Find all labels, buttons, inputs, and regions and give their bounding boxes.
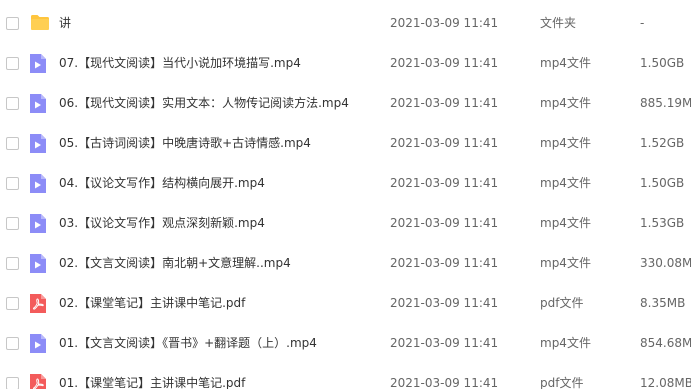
file-name[interactable]: 02.【文言文阅读】南北朝+文意理解..mp4 xyxy=(59,243,291,283)
file-row[interactable]: 04.【议论文写作】结构横向展开.mp4 2021-03-09 11:41 mp… xyxy=(0,163,691,203)
row-checkbox[interactable] xyxy=(6,217,19,230)
folder-icon xyxy=(30,14,49,33)
file-row[interactable]: 01.【课堂笔记】主讲课中笔记.pdf 2021-03-09 11:41 pdf… xyxy=(0,363,691,389)
file-name[interactable]: 06.【现代文阅读】实用文本：人物传记阅读方法.mp4 xyxy=(59,83,349,123)
file-name[interactable]: 05.【古诗词阅读】中晚唐诗歌+古诗情感.mp4 xyxy=(59,123,311,163)
file-date: 2021-03-09 11:41 xyxy=(390,216,499,230)
file-type: mp4文件 xyxy=(540,176,591,190)
row-checkbox[interactable] xyxy=(6,297,19,310)
file-size: - xyxy=(640,16,645,30)
file-name[interactable]: 01.【课堂笔记】主讲课中笔记.pdf xyxy=(59,363,245,389)
file-size: 8.35MB xyxy=(640,296,686,310)
file-size: 1.50GB xyxy=(640,176,685,190)
video-file-icon xyxy=(30,174,48,193)
file-date: 2021-03-09 11:41 xyxy=(390,296,499,310)
pdf-file-icon xyxy=(30,374,48,389)
file-date: 2021-03-09 11:41 xyxy=(390,256,499,270)
file-type: mp4文件 xyxy=(540,56,591,70)
file-size: 1.50GB xyxy=(640,56,685,70)
video-file-icon xyxy=(30,94,48,113)
file-date: 2021-03-09 11:41 xyxy=(390,176,499,190)
file-type: mp4文件 xyxy=(540,96,591,110)
file-name[interactable]: 讲 xyxy=(59,3,71,43)
file-name[interactable]: 01.【文言文阅读】《晋书》+翻译题（上）.mp4 xyxy=(59,323,317,363)
file-type: mp4文件 xyxy=(540,136,591,150)
file-date: 2021-03-09 11:41 xyxy=(390,376,499,389)
file-type: mp4文件 xyxy=(540,336,591,350)
file-size: 854.68M xyxy=(640,336,691,350)
file-size: 330.08M xyxy=(640,256,691,270)
file-name[interactable]: 07.【现代文阅读】当代小说加环境描写.mp4 xyxy=(59,43,301,83)
row-checkbox[interactable] xyxy=(6,137,19,150)
file-name[interactable]: 03.【议论文写作】观点深刻新颖.mp4 xyxy=(59,203,265,243)
video-file-icon xyxy=(30,214,48,233)
file-row[interactable]: 01.【文言文阅读】《晋书》+翻译题（上）.mp4 2021-03-09 11:… xyxy=(0,323,691,363)
file-date: 2021-03-09 11:41 xyxy=(390,16,499,30)
file-date: 2021-03-09 11:41 xyxy=(390,136,499,150)
file-name[interactable]: 02.【课堂笔记】主讲课中笔记.pdf xyxy=(59,283,245,323)
file-date: 2021-03-09 11:41 xyxy=(390,336,499,350)
video-file-icon xyxy=(30,134,48,153)
file-row[interactable]: 05.【古诗词阅读】中晚唐诗歌+古诗情感.mp4 2021-03-09 11:4… xyxy=(0,123,691,163)
file-size: 1.52GB xyxy=(640,136,685,150)
file-row[interactable]: 03.【议论文写作】观点深刻新颖.mp4 2021-03-09 11:41 mp… xyxy=(0,203,691,243)
row-checkbox[interactable] xyxy=(6,97,19,110)
row-checkbox[interactable] xyxy=(6,57,19,70)
file-size: 885.19M xyxy=(640,96,691,110)
file-row[interactable]: 02.【文言文阅读】南北朝+文意理解..mp4 2021-03-09 11:41… xyxy=(0,243,691,283)
file-date: 2021-03-09 11:41 xyxy=(390,56,499,70)
video-file-icon xyxy=(30,254,48,273)
file-list: 讲 2021-03-09 11:41 文件夹 - 07.【现代文阅读】当代小说加… xyxy=(0,0,691,389)
file-type: pdf文件 xyxy=(540,296,584,310)
file-date: 2021-03-09 11:41 xyxy=(390,96,499,110)
row-checkbox[interactable] xyxy=(6,337,19,350)
file-name[interactable]: 04.【议论文写作】结构横向展开.mp4 xyxy=(59,163,265,203)
file-size: 1.53GB xyxy=(640,216,685,230)
file-type: mp4文件 xyxy=(540,216,591,230)
file-size: 12.08MB xyxy=(640,376,691,389)
file-type: mp4文件 xyxy=(540,256,591,270)
file-row[interactable]: 06.【现代文阅读】实用文本：人物传记阅读方法.mp4 2021-03-09 1… xyxy=(0,83,691,123)
pdf-file-icon xyxy=(30,294,48,313)
file-row[interactable]: 02.【课堂笔记】主讲课中笔记.pdf 2021-03-09 11:41 pdf… xyxy=(0,283,691,323)
row-checkbox[interactable] xyxy=(6,257,19,270)
row-checkbox[interactable] xyxy=(6,17,19,30)
file-row[interactable]: 讲 2021-03-09 11:41 文件夹 - xyxy=(0,3,691,43)
file-type: 文件夹 xyxy=(540,16,577,30)
row-checkbox[interactable] xyxy=(6,377,19,389)
file-row[interactable]: 07.【现代文阅读】当代小说加环境描写.mp4 2021-03-09 11:41… xyxy=(0,43,691,83)
row-checkbox[interactable] xyxy=(6,177,19,190)
file-type: pdf文件 xyxy=(540,376,584,389)
video-file-icon xyxy=(30,334,48,353)
video-file-icon xyxy=(30,54,48,73)
